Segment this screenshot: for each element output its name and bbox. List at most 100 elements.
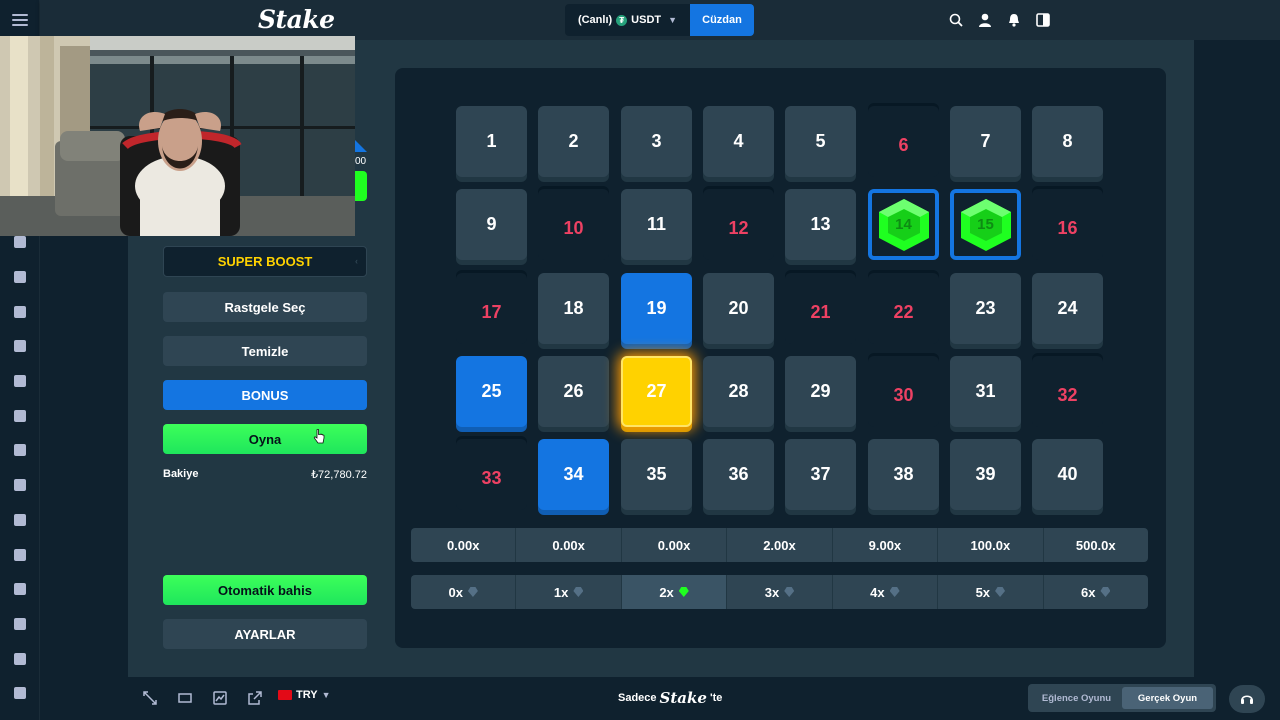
payout-cell: 100.0x bbox=[938, 528, 1044, 562]
play-label: Oyna bbox=[248, 431, 282, 447]
tile-24[interactable]: 24 bbox=[1032, 273, 1103, 344]
currency-display[interactable]: TRY ▼ bbox=[278, 689, 331, 701]
tile-33[interactable]: 33 bbox=[456, 439, 527, 510]
currency-selector[interactable]: (Canlı) ₮ USDT ▼ bbox=[565, 4, 690, 36]
tile-31[interactable]: 31 bbox=[950, 356, 1021, 427]
tile-10[interactable]: 10 bbox=[538, 189, 609, 260]
tennis-icon[interactable] bbox=[0, 364, 40, 399]
tile-number: 30 bbox=[893, 385, 914, 405]
tile-number: 1 bbox=[486, 131, 497, 151]
tile-35[interactable]: 35 bbox=[621, 439, 692, 510]
star-icon[interactable] bbox=[0, 329, 40, 364]
wallet-button[interactable]: Cüzdan bbox=[690, 4, 754, 36]
poker-chip-icon[interactable] bbox=[0, 294, 40, 329]
tile-26[interactable]: 26 bbox=[538, 356, 609, 427]
tile-13[interactable]: 13 bbox=[785, 189, 856, 260]
tennis-icon-glyph bbox=[14, 375, 26, 388]
settings-button[interactable]: AYARLAR bbox=[163, 619, 367, 649]
tile-18[interactable]: 18 bbox=[538, 273, 609, 344]
tile-15[interactable]: 15 bbox=[950, 189, 1021, 260]
tile-37[interactable]: 37 bbox=[785, 439, 856, 510]
search-icon[interactable] bbox=[948, 10, 964, 30]
tile-21[interactable]: 21 bbox=[785, 273, 856, 344]
tile-38[interactable]: 38 bbox=[868, 439, 939, 510]
gift-icon[interactable] bbox=[0, 607, 40, 642]
play-button[interactable]: Oyna bbox=[163, 424, 367, 454]
tile-7[interactable]: 7 bbox=[950, 106, 1021, 177]
tile-number: 19 bbox=[646, 298, 667, 318]
crown-icon[interactable] bbox=[0, 503, 40, 538]
bag-icon[interactable] bbox=[0, 537, 40, 572]
tile-28[interactable]: 28 bbox=[703, 356, 774, 427]
tile-number: 27 bbox=[646, 381, 667, 401]
gem-icon bbox=[889, 587, 900, 597]
random-pick-button[interactable]: Rastgele Seç bbox=[163, 292, 367, 322]
tile-number: 12 bbox=[728, 218, 749, 238]
tile-19[interactable]: 19 bbox=[621, 273, 692, 344]
tile-11[interactable]: 11 bbox=[621, 189, 692, 260]
tile-number: 38 bbox=[893, 464, 914, 484]
user-icon[interactable] bbox=[977, 10, 993, 30]
key-icon[interactable] bbox=[0, 468, 40, 503]
tile-number: 20 bbox=[728, 298, 749, 318]
fun-mode-button[interactable]: Eğlence Oyunu bbox=[1031, 687, 1122, 709]
stats-icon[interactable] bbox=[213, 691, 227, 705]
gem-icon: 14 bbox=[875, 197, 933, 253]
popout-icon[interactable] bbox=[248, 691, 262, 705]
tile-17[interactable]: 17 bbox=[456, 273, 527, 344]
tile-25[interactable]: 25 bbox=[456, 356, 527, 427]
tile-2[interactable]: 2 bbox=[538, 106, 609, 177]
tile-number: 25 bbox=[481, 381, 502, 401]
tile-30[interactable]: 30 bbox=[868, 356, 939, 427]
fire-icon[interactable] bbox=[0, 398, 40, 433]
risk-select[interactable]: SUPER BOOST ‹ bbox=[163, 246, 367, 277]
hits-cell: 0x bbox=[411, 575, 517, 609]
gem-icon bbox=[678, 587, 689, 597]
fullscreen-icon[interactable] bbox=[143, 691, 157, 705]
real-mode-button[interactable]: Gerçek Oyun bbox=[1122, 687, 1213, 709]
tile-40[interactable]: 40 bbox=[1032, 439, 1103, 510]
tile-32[interactable]: 32 bbox=[1032, 356, 1103, 427]
tile-3[interactable]: 3 bbox=[621, 106, 692, 177]
tile-20[interactable]: 20 bbox=[703, 273, 774, 344]
tile-5[interactable]: 5 bbox=[785, 106, 856, 177]
tile-39[interactable]: 39 bbox=[950, 439, 1021, 510]
tile-29[interactable]: 29 bbox=[785, 356, 856, 427]
auto-bet-button[interactable]: Otomatik bahis bbox=[163, 575, 367, 605]
document-icon[interactable] bbox=[0, 260, 40, 295]
ball-icon[interactable] bbox=[0, 641, 40, 676]
tile-12[interactable]: 12 bbox=[703, 189, 774, 260]
support-button[interactable] bbox=[1229, 685, 1265, 713]
tile-number: 13 bbox=[810, 214, 831, 234]
trophy-icon[interactable] bbox=[0, 433, 40, 468]
tile-number: 5 bbox=[815, 131, 826, 151]
hits-cell: 1x bbox=[516, 575, 622, 609]
tile-8[interactable]: 8 bbox=[1032, 106, 1103, 177]
tile-22[interactable]: 22 bbox=[868, 273, 939, 344]
tile-9[interactable]: 9 bbox=[456, 189, 527, 260]
clear-button[interactable]: Temizle bbox=[163, 336, 367, 366]
tile-4[interactable]: 4 bbox=[703, 106, 774, 177]
stake-logo[interactable]: Stake bbox=[258, 5, 335, 34]
tile-34[interactable]: 34 bbox=[538, 439, 609, 510]
bell-icon[interactable] bbox=[1006, 10, 1022, 30]
star-icon-glyph bbox=[14, 340, 26, 353]
game-footer: TRY ▼ Sadece Stake 'te Eğlence Oyunu Ger… bbox=[128, 676, 1216, 720]
tile-16[interactable]: 16 bbox=[1032, 189, 1103, 260]
trophy-icon-glyph bbox=[14, 444, 26, 457]
tile-6[interactable]: 6 bbox=[868, 106, 939, 177]
balance-row: Bakiye ₺72,780.72 bbox=[163, 468, 367, 481]
tile-36[interactable]: 36 bbox=[703, 439, 774, 510]
menu-icon[interactable] bbox=[12, 12, 28, 28]
tile-14[interactable]: 14 bbox=[868, 189, 939, 260]
tile-23[interactable]: 23 bbox=[950, 273, 1021, 344]
sidebar-toggle-icon[interactable] bbox=[1035, 10, 1051, 30]
tile-number: 33 bbox=[481, 468, 502, 488]
theatre-mode-icon[interactable] bbox=[178, 691, 192, 705]
payout-cell: 2.00x bbox=[727, 528, 833, 562]
settings-icon[interactable] bbox=[0, 676, 40, 711]
bonus-button[interactable]: BONUS bbox=[163, 380, 367, 410]
tile-27[interactable]: 27 bbox=[621, 356, 692, 427]
tile-1[interactable]: 1 bbox=[456, 106, 527, 177]
target-icon[interactable] bbox=[0, 572, 40, 607]
